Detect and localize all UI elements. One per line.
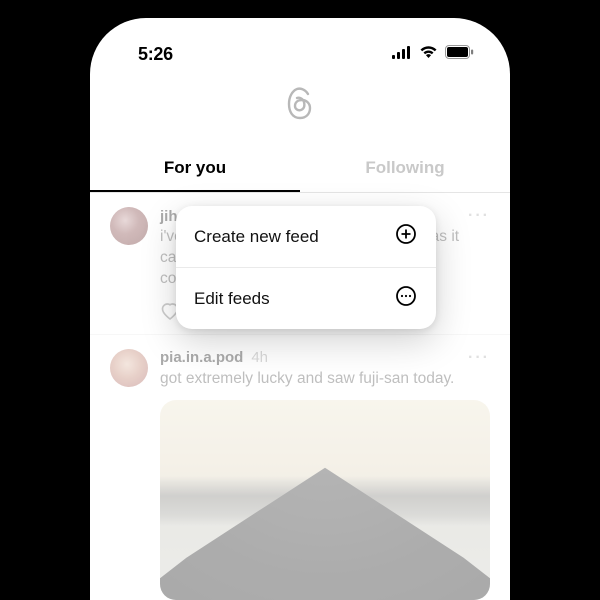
post-more-icon[interactable]: ··· [468,349,490,367]
edit-feeds-button[interactable]: Edit feeds [176,267,436,329]
feeds-popover: Create new feed Edit feeds [176,206,436,329]
app-header [90,71,510,146]
clouds-decoration [160,476,490,526]
mountain-decoration [160,450,490,600]
avatar[interactable] [110,207,148,245]
tab-following[interactable]: Following [300,146,510,192]
popover-item-label: Create new feed [194,227,319,247]
status-icons [392,45,474,64]
avatar[interactable] [110,349,148,387]
post-body: pia.in.a.pod 4h ··· got extremely lucky … [160,349,490,600]
phone-frame: 5:26 For you Following [90,18,510,600]
cellular-icon [392,46,412,64]
wifi-icon [419,45,438,64]
status-bar: 5:26 [90,18,510,71]
tab-baseline [90,192,510,193]
post-more-icon[interactable]: ··· [468,207,490,225]
create-new-feed-button[interactable]: Create new feed [176,206,436,267]
battery-icon [445,45,474,64]
post-divider [90,334,510,335]
popover-item-label: Edit feeds [194,289,270,309]
post-timestamp: 4h [251,349,268,366]
post-image[interactable] [160,400,490,600]
post-username[interactable]: pia.in.a.pod [160,349,243,366]
more-circle-icon [394,284,418,313]
tab-underline [90,190,300,192]
post-text: got extremely lucky and saw fuji-san tod… [160,369,490,390]
status-time: 5:26 [138,44,173,65]
tab-for-you[interactable]: For you [90,146,300,192]
plus-circle-icon [394,222,418,251]
tabs: For you Following [90,146,510,192]
post-head: pia.in.a.pod 4h ··· [160,349,490,367]
threads-logo-icon [283,85,317,128]
post[interactable]: pia.in.a.pod 4h ··· got extremely lucky … [90,335,510,600]
